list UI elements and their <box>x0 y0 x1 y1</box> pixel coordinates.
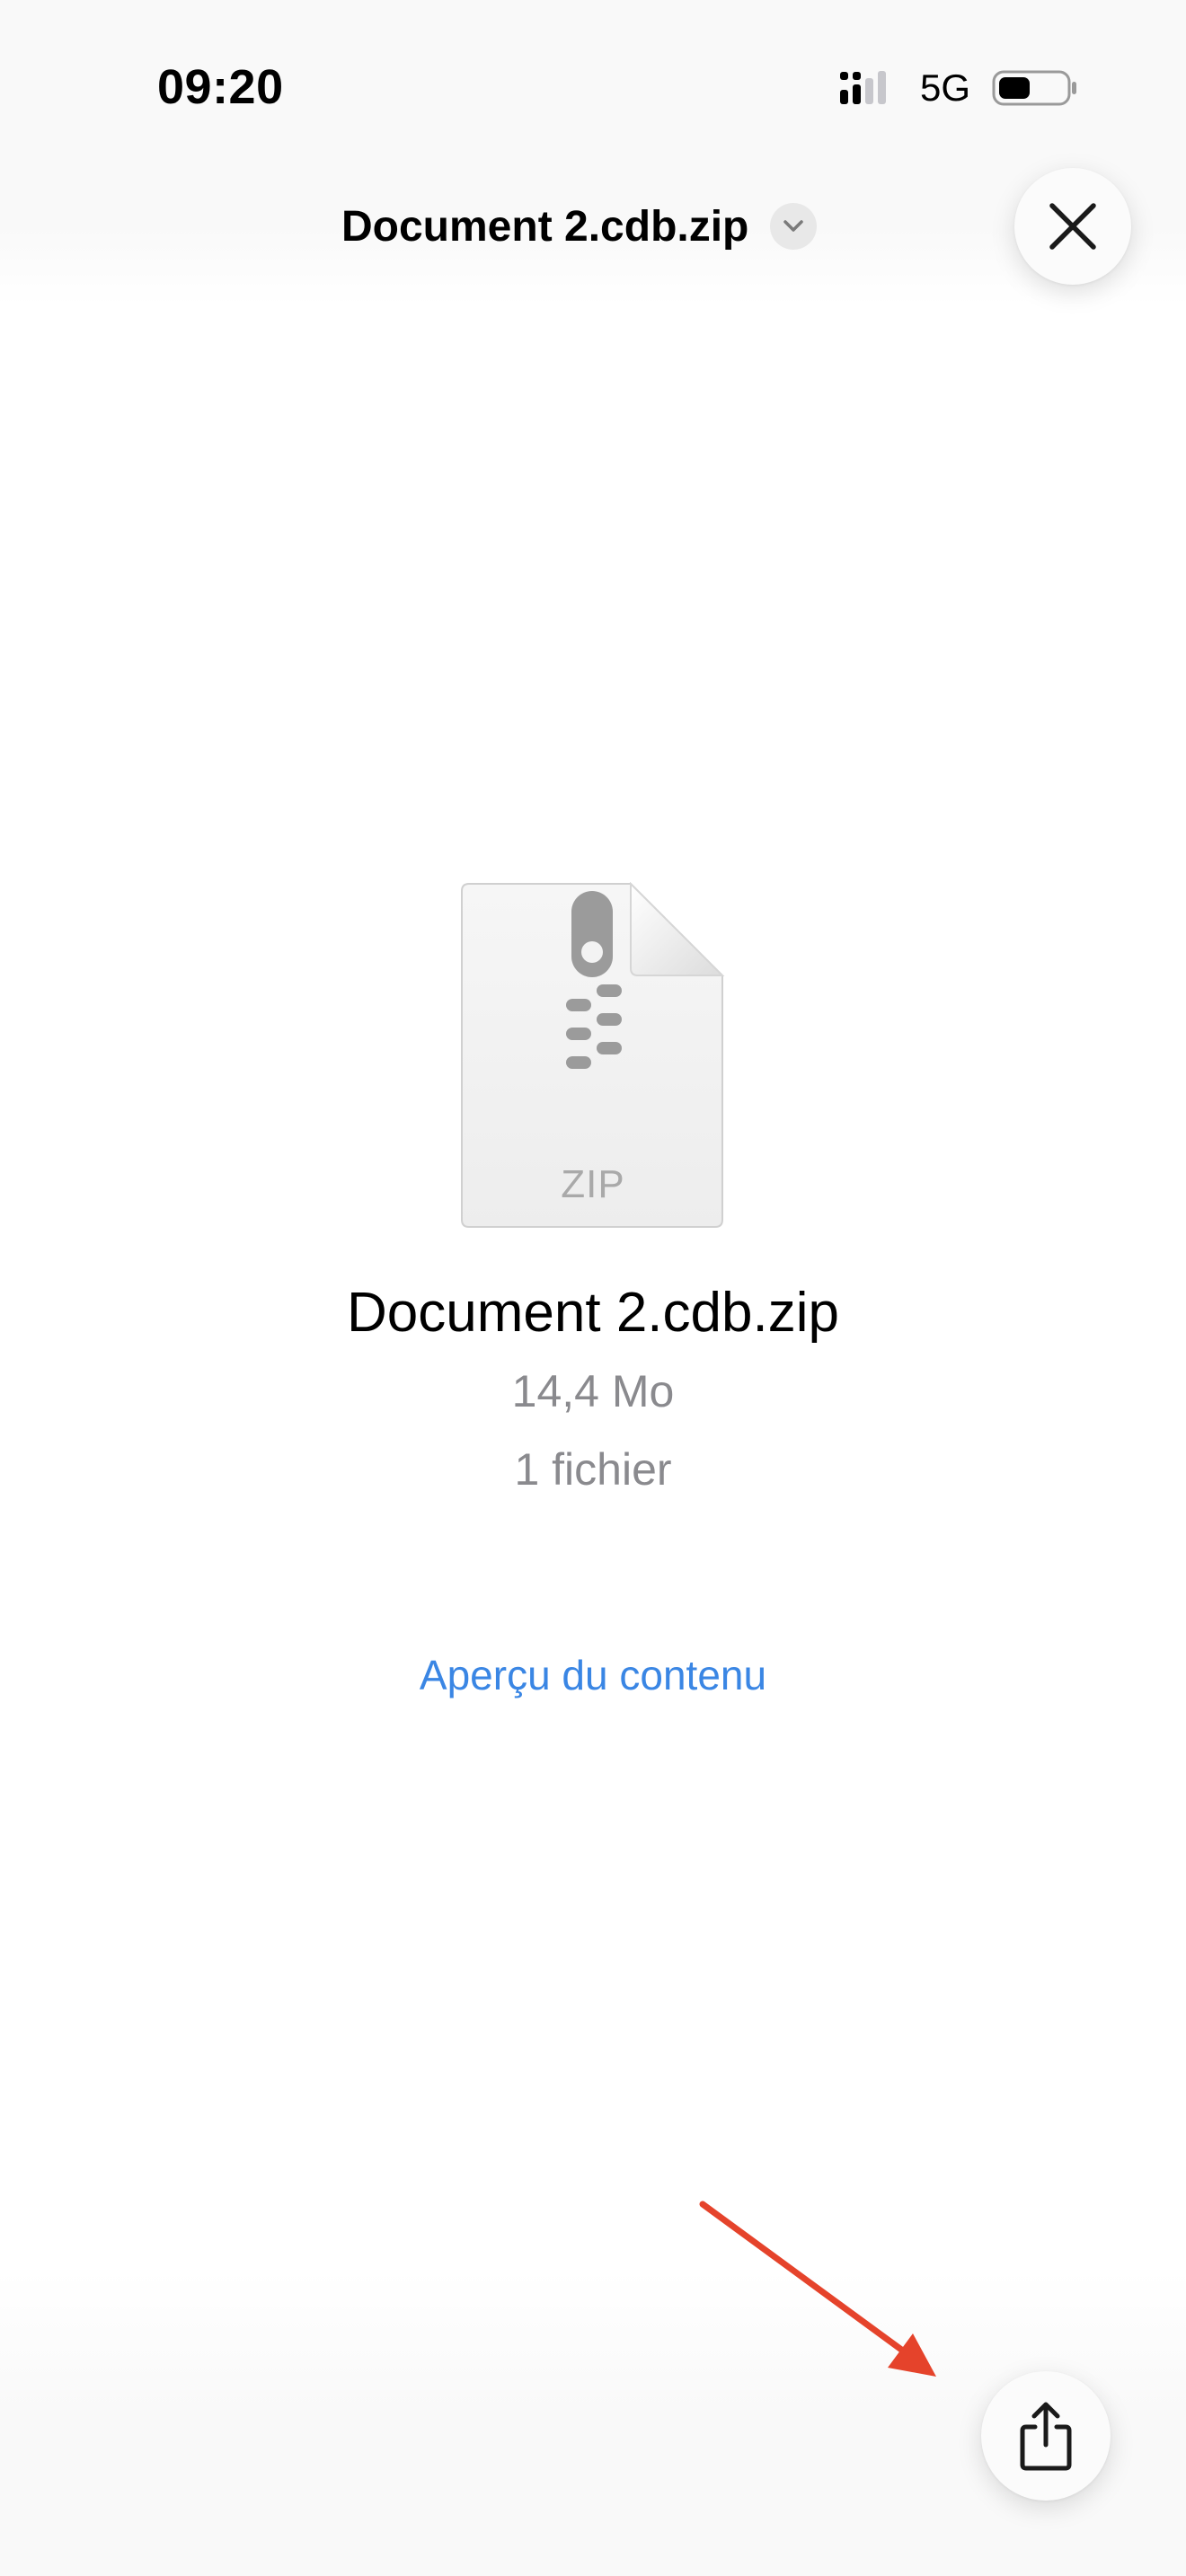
share-icon <box>1020 2402 1072 2471</box>
close-icon <box>1049 203 1096 250</box>
top-bar-background <box>0 0 1186 305</box>
document-title-menu[interactable]: Document 2.cdb.zip <box>341 199 818 253</box>
signal-icon <box>840 71 886 104</box>
file-name: Document 2.cdb.zip <box>347 1282 839 1344</box>
annotation-arrow-icon <box>699 2201 936 2377</box>
share-button[interactable] <box>981 2371 1111 2501</box>
status-time: 09:20 <box>157 60 284 114</box>
file-type-label: ZIP <box>561 1162 625 1206</box>
close-button[interactable] <box>1014 168 1131 285</box>
zip-file-icon: ZIP <box>460 881 726 1231</box>
preview-contents-link[interactable]: Aperçu du contenu <box>0 1651 1186 1699</box>
file-size: 14,4 Mo <box>511 1366 675 1416</box>
battery-icon <box>992 70 1076 106</box>
chevron-down-icon[interactable] <box>770 203 818 250</box>
network-type: 5G <box>920 66 971 109</box>
document-title: Document 2.cdb.zip <box>341 202 749 251</box>
file-count: 1 fichier <box>514 1444 672 1495</box>
